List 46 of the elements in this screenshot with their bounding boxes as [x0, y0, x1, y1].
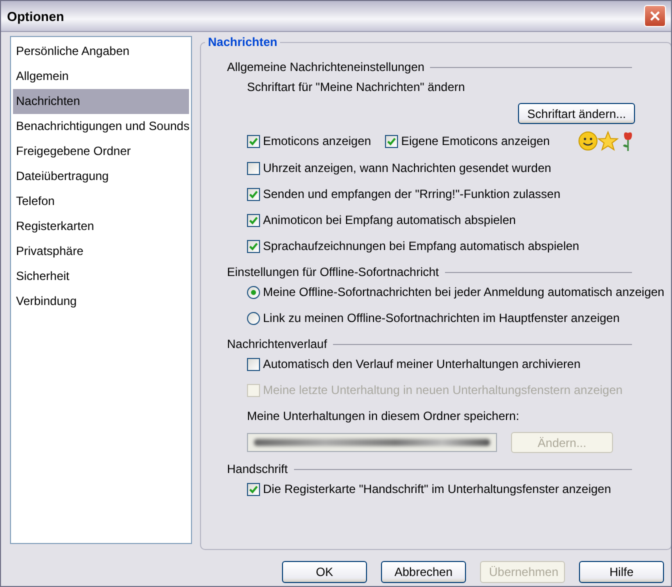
checkbox-option[interactable]: Automatisch den Verlauf meiner Unterhaltungen archivieren	[247, 357, 581, 371]
checkbox-option[interactable]: Sprachaufzeichnungen bei Empfang automatisch abspielen	[247, 239, 580, 253]
checkbox-option[interactable]: Animoticon bei Empfang automatisch abspielen	[247, 213, 516, 227]
checkbox[interactable]	[385, 134, 398, 148]
change-font-button[interactable]: Schriftart ändern...	[518, 103, 635, 124]
checkbox[interactable]	[247, 240, 260, 252]
radio-button[interactable]	[247, 312, 260, 324]
category-item[interactable]: Dateiübertragung	[13, 164, 189, 189]
panel-title: Nachrichten	[205, 35, 280, 49]
checkbox[interactable]	[247, 162, 260, 174]
label-text: Meine Unterhaltungen in diesem Ordner speichern:	[246, 408, 520, 425]
checkbox-option[interactable]: Uhrzeit anzeigen, wann Nachrichten gesendet wurden	[247, 161, 552, 175]
category-item[interactable]: Privatsphäre	[13, 239, 189, 264]
radio-option[interactable]: Link zu meinen Offline-Sofortnachrichten im Hauptfenster anzeigen	[247, 311, 620, 325]
checkbox-option[interactable]: Senden und empfangen der "Rrring!"-Funktion zulassen	[247, 187, 560, 201]
dialog-button[interactable]: Hilfe	[579, 561, 664, 583]
folder-path-field[interactable]	[247, 433, 497, 452]
radio-option[interactable]: Meine Offline-Sofortnachrichten bei jeder Anmeldung automatisch anzeigen	[247, 285, 664, 299]
category-item[interactable]: Nachrichten	[13, 89, 189, 114]
category-item[interactable]: Verbindung	[13, 289, 189, 314]
checkbox-option[interactable]: Eigene Emoticons anzeigen	[385, 134, 550, 148]
window-title: Optionen	[7, 8, 64, 24]
dialog-button[interactable]: OK	[282, 561, 367, 583]
checkbox-option[interactable]: Die Registerkarte "Handschrift" im Unterhaltungsfenster anzeigen	[247, 482, 612, 496]
group-heading: Einstellungen für Offline-Sofortnachricht	[227, 265, 439, 279]
category-item[interactable]: Telefon	[13, 189, 189, 214]
close-button[interactable]	[644, 5, 666, 27]
category-item[interactable]: Allgemein	[13, 64, 189, 89]
category-item[interactable]: Sicherheit	[13, 264, 189, 289]
category-item[interactable]: Freigegebene Ordner	[13, 139, 189, 164]
checkbox-option[interactable]: Emoticons anzeigen	[247, 134, 372, 148]
checkbox[interactable]	[247, 134, 260, 148]
category-item[interactable]: Benachrichtigungen und Sounds	[13, 114, 189, 139]
checkbox[interactable]	[247, 358, 260, 370]
group-heading: Handschrift	[227, 462, 288, 476]
category-item[interactable]: Persönliche Angaben	[13, 39, 189, 64]
checkbox[interactable]	[247, 214, 260, 226]
group-heading: Nachrichtenverlauf	[227, 337, 328, 351]
radio-button[interactable]	[247, 286, 260, 298]
checkbox[interactable]	[247, 482, 260, 496]
close-icon	[649, 10, 661, 22]
group-heading: Allgemeine Nachrichteneinstellungen	[227, 60, 424, 74]
label-text: Schriftart für "Meine Nachrichten" ändern	[246, 79, 466, 96]
category-item[interactable]: Registerkarten	[13, 214, 189, 239]
checkbox[interactable]	[247, 188, 260, 200]
dialog-button[interactable]: Abbrechen	[381, 561, 466, 583]
